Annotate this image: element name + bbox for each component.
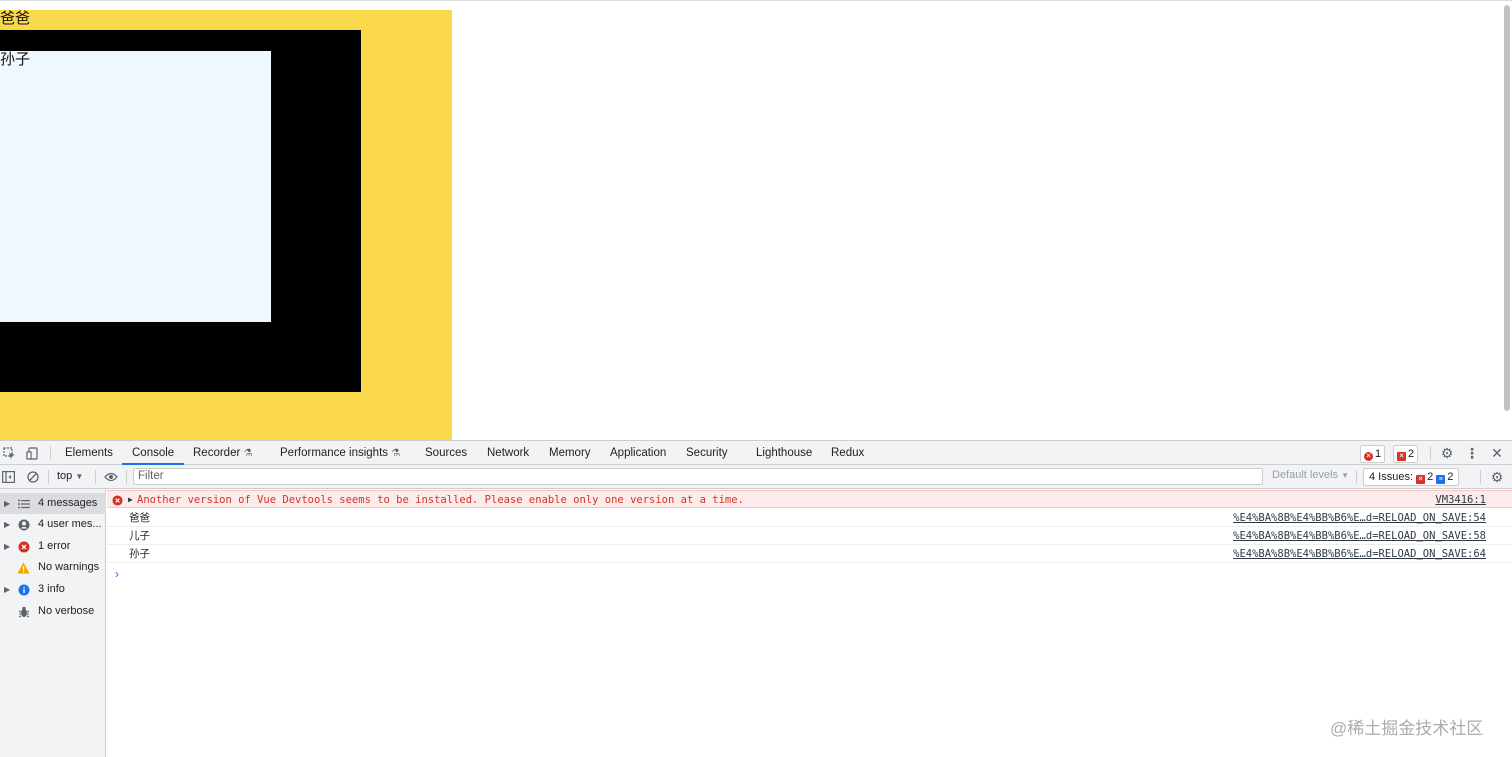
console-toolbar: top ▼ Filter Default levels ▼ 4 Issues: … (0, 465, 1512, 489)
console-message-source-link[interactable]: %E4%BA%8B%E4%BB%B6%E…d=RELOAD_ON_SAVE:64 (1233, 545, 1486, 563)
inspect-element-icon[interactable] (2, 446, 16, 460)
sidebar-item-info[interactable]: ▶ 3 info (0, 579, 106, 600)
tab-recorder-label: Recorder (193, 447, 241, 459)
dropdown-arrow-icon: ▼ (1341, 471, 1350, 480)
error-icon: ✕ (1364, 452, 1373, 461)
settings-gear-icon[interactable]: ⚙ (1439, 445, 1455, 461)
sidebar-item-warnings[interactable]: No warnings (0, 557, 106, 578)
sidebar-item-messages[interactable]: ▶ 4 messages (0, 493, 106, 514)
issues-info-count: 2 (1447, 471, 1454, 483)
issue-count-badge[interactable]: ✕ 2 (1393, 445, 1419, 463)
console-message-source-link[interactable]: VM3416:1 (1435, 491, 1486, 509)
console-message-text: Another version of Vue Devtools seems to… (137, 494, 744, 506)
page-viewport: 爸爸 孙子 (0, 0, 1512, 441)
sidebar-item-errors[interactable]: ▶ 1 error (0, 536, 106, 557)
log-levels-dropdown[interactable]: Default levels ▼ (1272, 469, 1349, 481)
console-message[interactable]: 爸爸 %E4%BA%8B%E4%BB%B6%E…d=RELOAD_ON_SAVE… (107, 509, 1512, 527)
tab-sources[interactable]: Sources (425, 441, 467, 465)
console-message-text: 爸爸 (129, 512, 150, 524)
context-selector[interactable]: top ▼ (57, 470, 83, 482)
flask-icon: ⚗ (391, 448, 401, 459)
sidebar-item-label: 4 user mes... (38, 518, 102, 530)
devtools-tab-bar: Elements Console Recorder ⚗ Performance … (0, 440, 1512, 465)
bug-icon (17, 605, 30, 618)
sidebar-item-label: No warnings (38, 561, 100, 573)
sidebar-item-label: 4 messages (38, 497, 98, 509)
sidebar-item-verbose[interactable]: No verbose (0, 601, 106, 622)
expand-arrow-icon[interactable]: ▶ (128, 491, 133, 509)
issues-button[interactable]: 4 Issues: ✕ 2 ≡ 2 (1363, 468, 1460, 486)
issue-flag-icon: ✕ (1397, 452, 1406, 461)
issues-label: 4 Issues: (1369, 471, 1414, 483)
watermark: @稀土掘金技术社区 (1330, 719, 1484, 738)
sidebar-item-label: 3 info (38, 583, 65, 595)
dropdown-arrow-icon: ▼ (75, 472, 84, 481)
list-icon (17, 497, 30, 510)
issue-error-flag-icon: ✕ (1416, 475, 1426, 484)
issues-error-count: 2 (1427, 471, 1434, 483)
console-settings-gear-icon[interactable]: ⚙ (1489, 469, 1505, 485)
son-box[interactable]: 孙子 (0, 30, 361, 392)
grandson-label: 孙子 (0, 51, 31, 68)
expand-arrow-icon[interactable]: ▶ (4, 579, 10, 600)
console-message-error[interactable]: ▶ Another version of Vue Devtools seems … (107, 490, 1512, 508)
sidebar-item-label: 1 error (38, 540, 71, 552)
sidebar-item-label: No verbose (38, 605, 95, 617)
filter-input[interactable]: Filter (133, 468, 1263, 485)
tab-security[interactable]: Security (686, 441, 728, 465)
issue-count: 2 (1408, 448, 1415, 460)
page-scrollbar[interactable] (1504, 5, 1510, 411)
console-message[interactable]: 儿子 %E4%BA%8B%E4%BB%B6%E…d=RELOAD_ON_SAVE… (107, 527, 1512, 545)
tab-network[interactable]: Network (487, 441, 529, 465)
clear-console-icon[interactable] (26, 470, 40, 484)
console-message-text: 儿子 (129, 530, 150, 542)
info-icon (17, 583, 30, 596)
tab-redux[interactable]: Redux (831, 441, 864, 465)
tab-memory[interactable]: Memory (549, 441, 591, 465)
sidebar-item-user-messages[interactable]: ▶ 4 user mes... (0, 514, 106, 535)
dad-box[interactable]: 爸爸 孙子 (0, 10, 452, 441)
expand-arrow-icon[interactable]: ▶ (4, 493, 10, 514)
device-toolbar-icon[interactable] (25, 446, 39, 460)
console-prompt-icon[interactable]: › (115, 567, 119, 581)
error-count: 1 (1375, 448, 1382, 460)
tab-elements[interactable]: Elements (65, 441, 113, 465)
tab-recorder[interactable]: Recorder ⚗ (193, 441, 252, 465)
tab-console[interactable]: Console (122, 441, 185, 465)
expand-arrow-icon[interactable]: ▶ (4, 514, 10, 535)
warning-icon (17, 561, 30, 574)
console-message-source-link[interactable]: %E4%BA%8B%E4%BB%B6%E…d=RELOAD_ON_SAVE:54 (1233, 509, 1486, 527)
close-icon[interactable]: ✕ (1490, 445, 1504, 461)
tab-performance-insights[interactable]: Performance insights ⚗ (280, 441, 400, 465)
devtools-panel: Elements Console Recorder ⚗ Performance … (0, 440, 1512, 757)
tab-lighthouse[interactable]: Lighthouse (756, 441, 812, 465)
console-sidebar: ▶ 4 messages ▶ 4 user mes... ▶ 1 error N… (0, 489, 106, 757)
grandson-box[interactable]: 孙子 (0, 51, 271, 322)
console-message-source-link[interactable]: %E4%BA%8B%E4%BB%B6%E…d=RELOAD_ON_SAVE:58 (1233, 527, 1486, 545)
tab-application[interactable]: Application (610, 441, 666, 465)
console-output: ▶ Another version of Vue Devtools seems … (107, 489, 1512, 757)
tab-performance-insights-label: Performance insights (280, 447, 389, 459)
expand-arrow-icon[interactable]: ▶ (4, 536, 10, 557)
flask-icon: ⚗ (243, 448, 253, 459)
context-label: top (57, 470, 73, 482)
error-count-badge[interactable]: ✕ 1 (1360, 445, 1386, 463)
more-options-icon[interactable]: ⋮ (1465, 445, 1479, 461)
user-icon (17, 518, 30, 531)
eye-icon[interactable] (103, 470, 119, 484)
dad-label: 爸爸 (0, 10, 31, 27)
log-levels-label: Default levels (1272, 469, 1339, 481)
console-message[interactable]: 孙子 %E4%BA%8B%E4%BB%B6%E…d=RELOAD_ON_SAVE… (107, 545, 1512, 563)
console-message-text: 孙子 (129, 548, 150, 560)
error-icon (17, 540, 30, 553)
sidebar-toggle-icon[interactable] (1, 470, 15, 484)
issue-info-flag-icon: ≡ (1436, 475, 1446, 484)
